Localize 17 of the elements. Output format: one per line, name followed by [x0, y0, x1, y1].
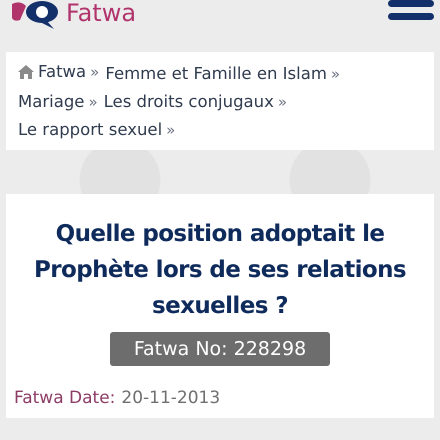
breadcrumb-link[interactable]: Mariage » — [18, 88, 98, 116]
separator: » — [88, 92, 98, 113]
date-value: 20-11-2013 — [121, 388, 220, 408]
article-title: Quelle position adoptait le Prophète lors de ses relations sexuelles ? — [33, 220, 407, 321]
separator: » — [90, 62, 100, 83]
menu-icon[interactable] — [388, 0, 434, 22]
breadcrumb-link[interactable]: Femme et Famille en Islam » — [105, 60, 340, 88]
breadcrumb-link[interactable]: Le rapport sexuel » — [18, 116, 176, 144]
date-label: Fatwa Date: — [14, 388, 116, 408]
separator: » — [166, 120, 176, 141]
fatwa-number: Fatwa No: 228298 — [110, 332, 330, 366]
breadcrumb-link[interactable]: Les droits conjugaux » — [104, 88, 288, 116]
separator: » — [330, 64, 340, 85]
logo-text: Fatwa — [66, 0, 136, 26]
separator: » — [278, 92, 288, 113]
home-icon — [18, 65, 34, 79]
breadcrumb-link[interactable]: Fatwa » — [18, 58, 100, 86]
